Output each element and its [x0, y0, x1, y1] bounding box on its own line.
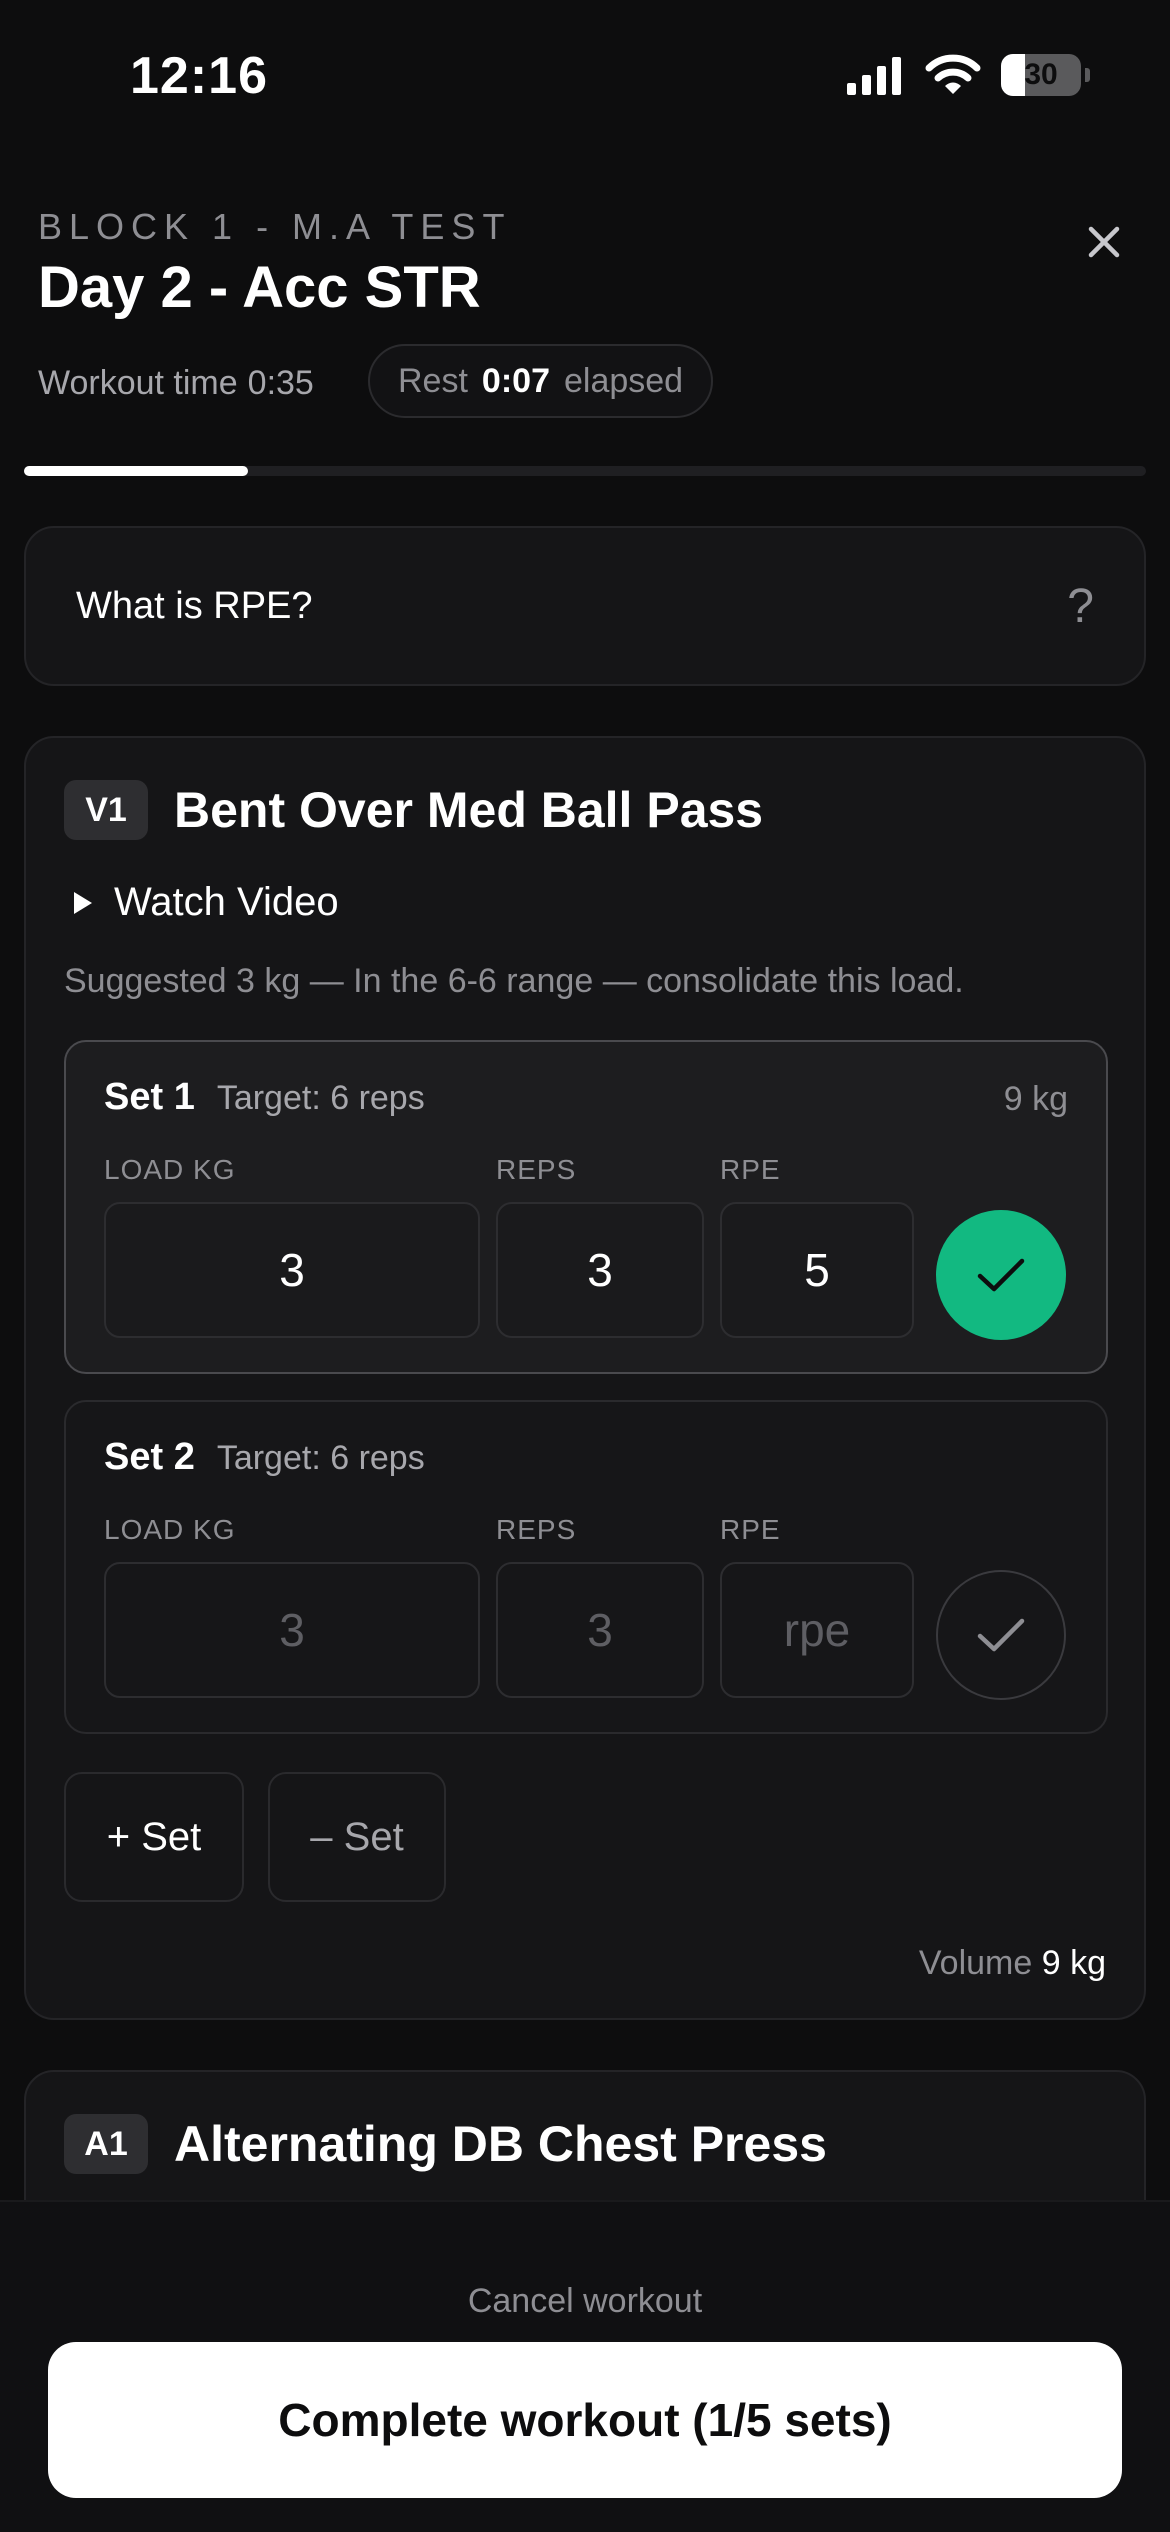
rest-label: Rest [398, 361, 468, 400]
workout-screen: 12:16 30 BLOCK 1 - M.A TEST Day 2 - Acc … [0, 0, 1170, 2532]
workout-time: Workout time 0:35 [38, 364, 314, 403]
checkmark-icon [977, 1258, 1025, 1292]
close-icon [1088, 226, 1120, 258]
complete-workout-button[interactable]: Complete workout (1/5 sets) [48, 2342, 1122, 2498]
close-button[interactable] [1074, 212, 1134, 272]
exercise-badge: V1 [64, 780, 148, 840]
load-suggestion: Suggested 3 kg — In the 6-6 range — cons… [64, 962, 964, 1000]
question-mark-icon: ? [1067, 579, 1094, 633]
workout-time-value: 0:35 [247, 364, 314, 402]
set-target: Target: 6 reps [216, 1439, 425, 1477]
rest-timer-pill: Rest 0:07 elapsed [368, 344, 714, 418]
rpe-input[interactable]: 5 [720, 1202, 914, 1338]
cancel-workout-button[interactable]: Cancel workout [0, 2282, 1170, 2321]
bottom-action-bar: Cancel workout Complete workout (1/5 set… [0, 2200, 1170, 2532]
reps-input[interactable]: 3 [496, 1562, 704, 1698]
reps-label: REPS [496, 1514, 577, 1545]
rpe-label: RPE [720, 1514, 781, 1545]
battery-cap [1085, 68, 1090, 82]
reps-label: REPS [496, 1154, 577, 1185]
rest-suffix: elapsed [563, 361, 684, 400]
block-label: BLOCK 1 - M.A TEST [38, 206, 512, 247]
set-total-load: 9 kg [1003, 1080, 1068, 1118]
volume-summary: Volume 9 kg [919, 1944, 1106, 1983]
watch-video-label: Watch Video [114, 880, 339, 924]
set-row-2: Set 2 Target: 6 reps LOAD KG REPS RPE 3 … [64, 1400, 1108, 1734]
rpe-input[interactable]: rpe [720, 1562, 914, 1698]
load-label: LOAD KG [104, 1154, 236, 1185]
set-target: Target: 6 reps [216, 1079, 425, 1117]
reps-input[interactable]: 3 [496, 1202, 704, 1338]
remove-set-button[interactable]: – Set [268, 1772, 446, 1902]
status-bar: 12:16 30 [0, 0, 1170, 150]
workout-progress-fill [24, 466, 249, 476]
page-title: Day 2 - Acc STR [38, 255, 481, 320]
exercise-header: V1 Bent Over Med Ball Pass [64, 780, 763, 840]
status-time: 12:16 [130, 47, 268, 105]
rest-value: 0:07 [481, 361, 550, 400]
volume-value: 9 kg [1041, 1944, 1106, 1982]
wifi-icon [925, 54, 981, 94]
load-label: LOAD KG [104, 1514, 236, 1545]
exercise-title: Bent Over Med Ball Pass [174, 782, 764, 838]
set-title: Set 2 [104, 1436, 195, 1478]
watch-video-button[interactable]: Watch Video [74, 880, 339, 925]
workout-time-label: Workout time [38, 364, 238, 402]
what-is-rpe-card[interactable]: What is RPE? ? [24, 526, 1146, 686]
rpe-label: RPE [720, 1154, 781, 1185]
add-set-button[interactable]: + Set [64, 1772, 244, 1902]
complete-set-button[interactable] [936, 1570, 1066, 1700]
workout-progress-bar [24, 466, 1146, 476]
status-icons: 30 [845, 54, 1090, 96]
play-icon [74, 891, 92, 914]
exercise-header: A1 Alternating DB Chest Press [64, 2114, 827, 2174]
checkmark-icon [977, 1618, 1025, 1652]
set-header: Set 2 Target: 6 reps [104, 1436, 425, 1479]
set-header: Set 1 Target: 6 reps [104, 1076, 425, 1119]
exercise-title: Alternating DB Chest Press [174, 2116, 827, 2172]
exercise-badge: A1 [64, 2114, 148, 2174]
signal-icon [847, 57, 901, 95]
volume-label: Volume [918, 1944, 1033, 1982]
complete-set-button[interactable] [936, 1210, 1066, 1340]
exercise-card: V1 Bent Over Med Ball Pass Watch Video S… [24, 736, 1146, 2020]
what-is-rpe-label: What is RPE? [76, 584, 313, 627]
battery-level: 30 [1024, 58, 1058, 91]
load-input[interactable]: 3 [104, 1562, 480, 1698]
set-row-1: Set 1 Target: 6 reps 9 kg LOAD KG REPS R… [64, 1040, 1108, 1374]
load-input[interactable]: 3 [104, 1202, 480, 1338]
battery-icon: 30 [1001, 54, 1081, 96]
set-title: Set 1 [104, 1076, 195, 1118]
